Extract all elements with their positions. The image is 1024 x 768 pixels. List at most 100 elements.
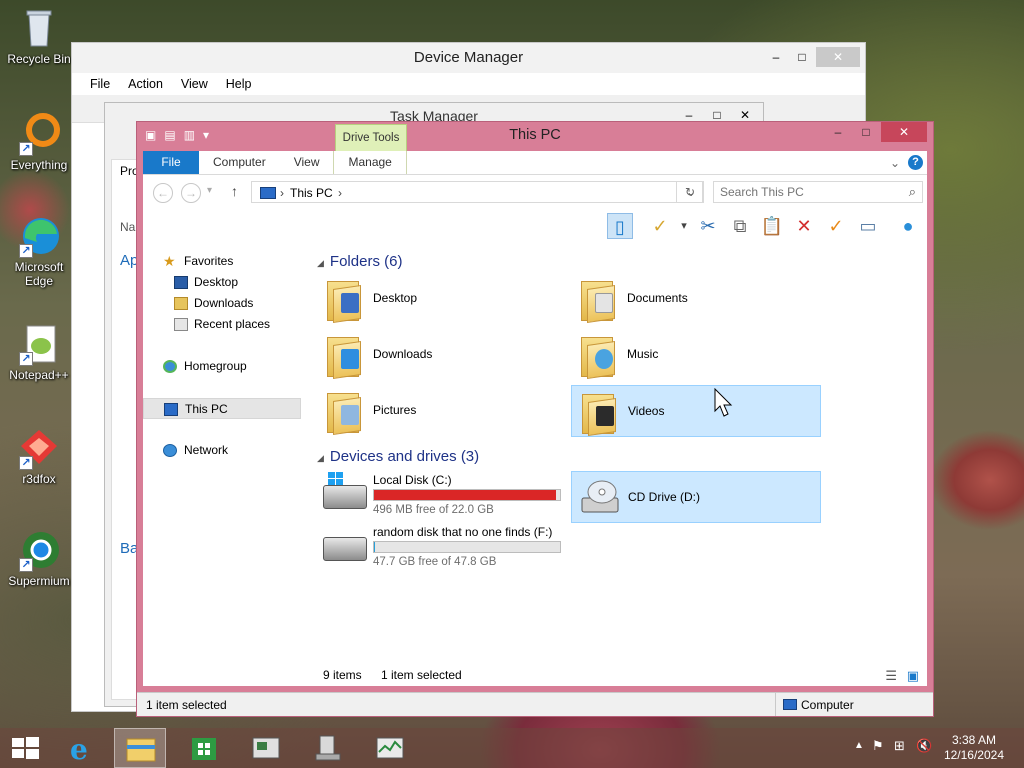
tab-manage[interactable]: Manage xyxy=(333,151,407,174)
menu-help[interactable]: Help xyxy=(226,77,252,91)
task-manager-content: Pro Na Ap Ba xyxy=(111,159,139,700)
cut-icon[interactable]: ✂ xyxy=(695,213,721,239)
minimize-button[interactable]: – xyxy=(762,47,790,67)
breadcrumb-this-pc[interactable]: This PC xyxy=(290,186,333,200)
taskbar-store[interactable] xyxy=(178,728,230,768)
folder-label: Pictures xyxy=(373,403,417,417)
taskbar-file-explorer[interactable] xyxy=(114,728,166,768)
network-icon[interactable]: ● xyxy=(895,213,921,239)
delete-icon[interactable]: ✕ xyxy=(791,213,817,239)
bottom-status-bar: 1 item selected Computer xyxy=(137,692,933,716)
network-status-icon[interactable]: ⊞ xyxy=(894,738,905,754)
explorer-titlebar[interactable]: ▣ ▤ ▥ ▾ Drive Tools This PC – □ ✕ xyxy=(137,122,933,151)
clock[interactable]: 3:38 AM 12/16/2024 xyxy=(944,733,1004,763)
nav-network[interactable]: Network xyxy=(143,440,309,461)
action-center-flag-icon[interactable]: ⚑ xyxy=(872,738,884,754)
nav-homegroup[interactable]: Homegroup xyxy=(143,356,309,377)
select-icon[interactable]: ✓ xyxy=(647,213,673,239)
folders-group-header[interactable]: ◢ Folders (6) xyxy=(317,253,402,270)
desktop-icon-edge[interactable]: ↗ Microsoft Edge xyxy=(3,214,75,288)
search-input[interactable] xyxy=(714,182,884,202)
address-bar[interactable]: › This PC › ⌄ xyxy=(251,181,703,203)
up-button[interactable]: ↑ xyxy=(231,183,238,199)
taskbar-task-manager[interactable] xyxy=(364,728,416,768)
network-icon xyxy=(163,444,177,457)
folder-videos[interactable]: Videos xyxy=(571,385,821,437)
desktop-icon-everything[interactable]: ↗ Everything xyxy=(3,112,75,172)
back-button[interactable]: ← xyxy=(153,183,173,203)
taskbar-device-manager[interactable] xyxy=(240,728,292,768)
status-item-count: 9 items xyxy=(323,668,362,682)
help-icon[interactable]: ? xyxy=(908,155,923,170)
volume-muted-icon[interactable]: 🔇 xyxy=(916,738,932,754)
folder-desktop[interactable]: Desktop xyxy=(317,273,567,325)
nav-recent-places[interactable]: Recent places xyxy=(143,314,309,335)
paste-icon[interactable]: 📋 xyxy=(759,213,785,239)
local-disk-icon xyxy=(323,472,367,509)
shortcut-arrow-icon: ↗ xyxy=(19,244,33,258)
tab-view[interactable]: View xyxy=(280,151,334,174)
search-icon[interactable]: ⌕ xyxy=(909,184,916,200)
recent-locations-icon[interactable]: ▾ xyxy=(207,185,212,196)
desktop-icon-r3dfox[interactable]: ↗ r3dfox xyxy=(3,426,75,486)
recent-places-icon xyxy=(174,318,188,331)
shortcut-arrow-icon: ↗ xyxy=(19,142,33,156)
close-button[interactable]: ✕ xyxy=(881,122,927,142)
taskbar-internet-explorer[interactable]: e xyxy=(56,728,108,768)
chevron-down-icon[interactable]: ▾ xyxy=(671,213,697,239)
forward-button[interactable]: → xyxy=(181,183,201,203)
desktop-icon-notepadpp[interactable]: ↗ Notepad++ xyxy=(3,322,75,382)
folder-icon xyxy=(327,389,367,435)
nav-downloads[interactable]: Downloads xyxy=(143,293,309,314)
maximize-button[interactable]: □ xyxy=(853,122,879,142)
drives-group-header[interactable]: ◢ Devices and drives (3) xyxy=(317,448,479,465)
nav-label: Homegroup xyxy=(184,359,247,373)
folder-music[interactable]: Music xyxy=(571,329,821,381)
folder-pictures[interactable]: Pictures xyxy=(317,385,567,437)
show-hidden-icons-icon[interactable]: ▲ xyxy=(854,740,864,751)
folder-downloads[interactable]: Downloads xyxy=(317,329,567,381)
menu-action[interactable]: Action xyxy=(128,77,163,91)
maximize-button[interactable]: □ xyxy=(788,47,816,67)
downloads-folder-icon xyxy=(174,297,188,310)
drive-d[interactable]: CD Drive (D:) xyxy=(571,471,821,523)
shortcut-arrow-icon: ↗ xyxy=(19,558,33,572)
taskbar-computer-management[interactable] xyxy=(302,728,354,768)
menu-view[interactable]: View xyxy=(181,77,208,91)
drive-f[interactable]: random disk that no one finds (F:) 47.7 … xyxy=(317,521,567,573)
desktop-icon-supermium[interactable]: ↗ Supermium xyxy=(3,528,75,588)
folder-documents[interactable]: Documents xyxy=(571,273,821,325)
refresh-button[interactable]: ↻ xyxy=(676,181,704,203)
desktop-icon xyxy=(174,276,188,289)
details-view-icon[interactable]: ☰ xyxy=(885,668,897,684)
column-name[interactable]: Na xyxy=(120,220,135,234)
task-manager-icon xyxy=(376,737,404,759)
tab-file[interactable]: File xyxy=(143,151,199,174)
ribbon-tabs: File Computer View Manage ⌄ ? xyxy=(143,151,927,175)
start-button[interactable] xyxy=(0,728,52,768)
drive-c[interactable]: Local Disk (C:) 496 MB free of 22.0 GB xyxy=(317,469,567,521)
properties-icon[interactable]: ▭ xyxy=(855,213,881,239)
nav-this-pc[interactable]: This PC xyxy=(143,398,301,419)
large-icons-view-icon[interactable]: ▣ xyxy=(907,668,919,684)
expand-ribbon-icon[interactable]: ⌄ xyxy=(890,156,900,170)
address-row: ← → ▾ ↑ › This PC › ⌄ ↻ ⌕ xyxy=(143,175,927,207)
drive-name: Local Disk (C:) xyxy=(373,473,452,487)
preview-pane-icon[interactable]: ▯ xyxy=(607,213,633,239)
nav-favorites[interactable]: ★ Favorites xyxy=(143,251,309,272)
explorer-window[interactable]: ▣ ▤ ▥ ▾ Drive Tools This PC – □ ✕ File C… xyxy=(136,121,934,717)
nav-desktop[interactable]: Desktop xyxy=(143,272,309,293)
folder-label: Downloads xyxy=(373,347,433,361)
device-manager-titlebar[interactable]: Device Manager xyxy=(72,43,865,73)
rename-icon[interactable]: ✓ xyxy=(823,213,849,239)
status-selected-count: 1 item selected xyxy=(381,668,462,682)
search-box[interactable]: ⌕ xyxy=(713,181,923,203)
tab-computer[interactable]: Computer xyxy=(199,151,280,174)
group-title: Devices and drives (3) xyxy=(329,448,480,465)
desktop-icon-recycle-bin[interactable]: Recycle Bin xyxy=(3,6,75,66)
menu-file[interactable]: File xyxy=(90,77,110,91)
close-button[interactable]: ✕ xyxy=(816,47,860,67)
group-title: Folders (6) xyxy=(329,253,403,270)
copy-icon[interactable]: ⧉ xyxy=(727,213,753,239)
minimize-button[interactable]: – xyxy=(825,122,851,142)
